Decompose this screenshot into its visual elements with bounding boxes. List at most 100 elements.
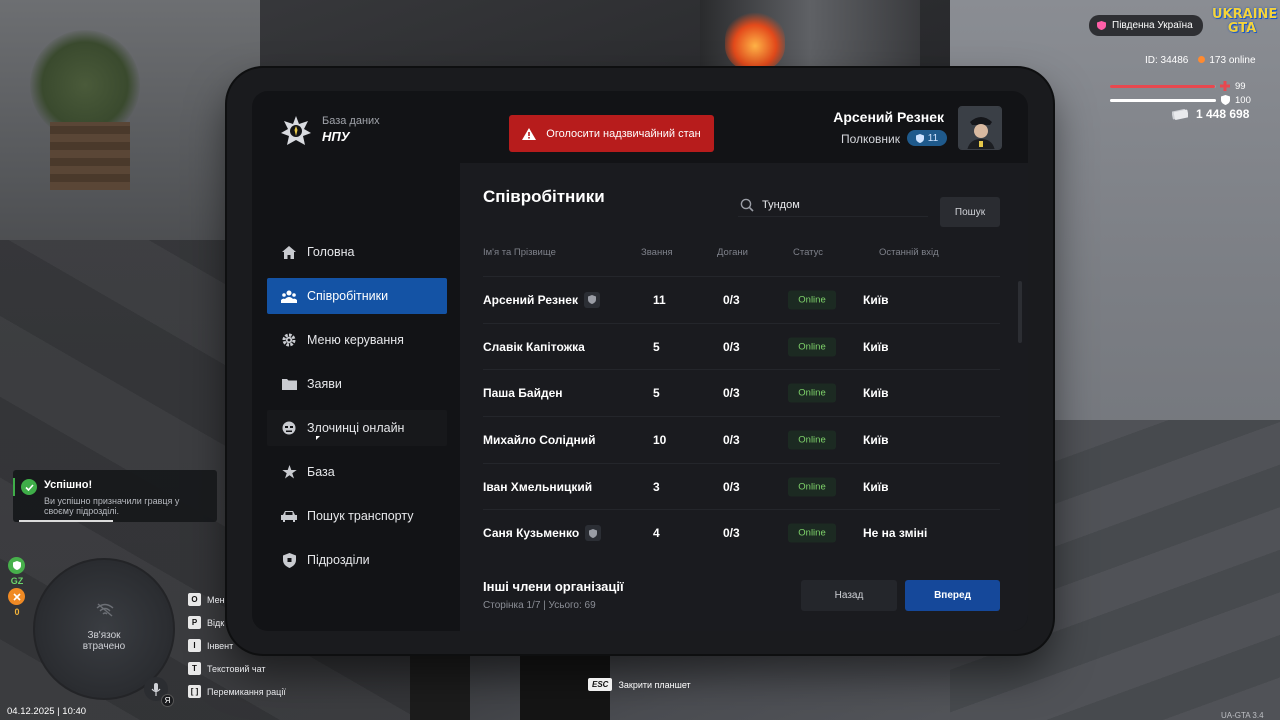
user-name: Арсений Резнек [833,109,944,125]
shield-icon [281,552,297,568]
armor-shield-icon [1221,95,1230,105]
background-pot [50,122,130,190]
mouse-cursor [316,436,320,440]
sidebar-item-criminals-online[interactable]: Злочинці онлайн [267,410,447,446]
player-info: ID: 34486 173 online [1145,55,1256,66]
db-name: НПУ [322,129,350,144]
status-badge: Online [788,477,836,497]
employee-name: Саня Кузьменко [483,526,580,541]
car-icon [281,508,297,524]
sidebar-item-units[interactable]: Підрозділи [267,542,447,578]
search-button[interactable]: Пошук [940,197,1000,227]
key-cap: T [188,662,201,675]
sidebar-item-base[interactable]: База [267,454,447,490]
forward-button[interactable]: Вперед [905,580,1000,611]
player-id: ID: 34486 [1145,55,1189,66]
sidebar-item-control-menu[interactable]: Меню керування [267,322,447,358]
online-count: 173 online [1209,55,1256,66]
table-row[interactable]: Славік Капітожка 5 0/3 Online Київ [483,322,1000,370]
other-members-title: Інші члени організації [483,579,624,594]
police-tablet: База даних НПУ Оголосити надзвичайний ст… [227,68,1053,654]
hotkey-item: P Відк [188,611,286,634]
employee-reprimands: 0/3 [723,432,740,447]
key-cap: O [188,593,201,606]
notification-accent [13,478,15,496]
employee-name: Арсений Резнек [483,292,578,307]
status-badge: Online [788,290,836,310]
employee-rank: 10 [653,432,667,447]
employee-last-login: Київ [863,386,889,401]
shield-icon [585,525,602,542]
column-header-name[interactable]: Ім'я та Прізвище [483,247,556,258]
green-zone-icon [8,557,25,574]
search-input[interactable] [762,198,912,211]
employee-reprimands: 0/3 [723,479,740,494]
table-row[interactable]: Іван Хмельницкий 3 0/3 Online Київ [483,462,1000,510]
column-header-last-login[interactable]: Останній вхід [879,247,939,258]
notification-title: Успішно! [44,479,93,491]
cash-icon [1172,109,1188,120]
status-icons: GZ 0 [8,557,26,617]
sidebar-item-employees[interactable]: Співробітники [267,278,447,314]
sidebar-item-vehicle-search[interactable]: Пошук транспорту [267,498,447,534]
sidebar-item-applications[interactable]: Заяви [267,366,447,402]
hotkey-item: T Текстовий чат [188,657,286,680]
page-info: Сторінка 1/7 | Усього: 69 [483,600,596,611]
employee-rank: 4 [653,526,660,541]
hotkey-item: [ ] Перемикання рації [188,680,286,703]
armor-value: 100 [1235,95,1251,106]
radar-text-line2: втрачено [82,641,126,652]
employee-last-login: Не на зміні [863,526,928,541]
online-dot-icon [1198,56,1206,63]
rank-badge-value: 11 [927,132,939,144]
home-icon [281,244,297,260]
emergency-label: Оголосити надзвичайний стан [546,127,701,140]
close-tablet-hint: ESC Закрити планшет [588,678,691,691]
back-button[interactable]: Назад [801,580,897,611]
money-display: 1 448 698 [1172,107,1249,121]
sidebar-item-label: Пошук транспорту [307,509,414,523]
table-scrollbar[interactable] [1018,281,1022,343]
star-icon [281,464,297,480]
column-header-reprimands[interactable]: Догани [717,247,748,258]
key-cap: I [188,639,201,652]
success-notification: Успішно! Ви успішно призначили гравця у … [13,470,217,522]
employee-rank: 11 [653,292,666,307]
search-box [738,193,928,217]
game-logo: UKRAINE GTA [1212,8,1277,42]
background-character-legs [410,650,610,720]
table-row[interactable]: Михайло Солідний 10 0/3 Online Київ [483,416,1000,463]
shield-icon [915,133,924,143]
shield-icon [583,291,600,308]
background-fire [725,10,785,70]
emergency-button[interactable]: Оголосити надзвичайний стан [509,115,714,152]
table-row[interactable]: Арсений Резнек 11 0/3 Online Київ [483,276,1000,323]
table-row[interactable]: Паша Байден 5 0/3 Online Київ [483,369,1000,416]
sidebar-item-label: База [307,465,335,479]
avatar [958,106,1002,150]
sidebar-item-home[interactable]: Головна [267,234,447,270]
hotkey-label: Відк [207,617,225,628]
table-row[interactable]: Саня Кузьменко 4 0/3 Online Не на зміні [483,509,1000,556]
column-header-status[interactable]: Статус [793,247,823,258]
employees-panel: Співробітники Пошук Ім'я та Прізвище Зва… [460,163,1028,631]
wanted-icon [8,588,25,605]
employee-name: Паша Байден [483,386,563,401]
game-version: UA-GTA 3.4 [1221,711,1264,720]
key-cap: [ ] [188,685,201,698]
hotkey-label: Інвент [207,640,234,651]
wanted-level: 0 [14,607,20,617]
employee-last-login: Київ [863,432,889,447]
health-cross-icon [1220,81,1230,91]
datetime: 04.12.2025 | 10:40 [7,706,87,717]
employee-table: Арсений Резнек 11 0/3 Online Київ Славік… [483,276,1000,556]
employee-reprimands: 0/3 [723,339,740,354]
folder-icon [281,376,297,392]
column-header-rank[interactable]: Звання [641,247,673,258]
police-star-icon [281,116,311,145]
sidebar-item-label: Заяви [307,377,342,391]
employee-rank: 5 [653,386,660,401]
hotkey-item: I Інвент [188,634,286,657]
employee-last-login: Київ [863,339,889,354]
employee-reprimands: 0/3 [723,292,740,307]
